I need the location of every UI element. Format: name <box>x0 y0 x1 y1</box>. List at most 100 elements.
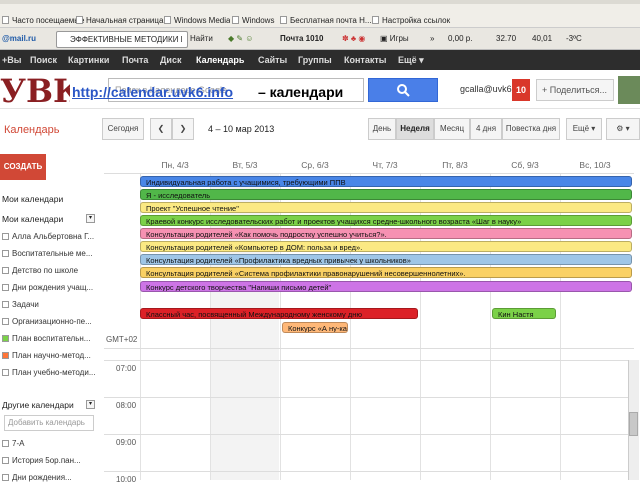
gbar-sites[interactable]: Сайты <box>258 50 287 70</box>
avatar[interactable] <box>618 76 640 104</box>
calendar-checkbox[interactable] <box>2 457 9 464</box>
calendar-color-swatch[interactable] <box>2 233 9 240</box>
bookmark-free-mail[interactable]: Бесплатная почта H... <box>280 14 372 28</box>
event-chip[interactable]: Я - исследователь <box>140 189 632 200</box>
view-month[interactable]: Месяц <box>434 118 470 140</box>
gbar-groups[interactable]: Группы <box>298 50 332 70</box>
view-4days[interactable]: 4 дня <box>470 118 502 140</box>
money-balance: 0,00 р. <box>448 34 473 43</box>
site-url-link[interactable]: http://calendar.uvk6.info <box>72 84 233 100</box>
bookmark-home[interactable]: Начальная страница <box>76 14 166 28</box>
calendar-item[interactable]: Организационно-пе... <box>2 315 96 329</box>
mailru-logo[interactable]: @mail.ru <box>2 32 52 46</box>
settings-button[interactable]: ⚙ ▾ <box>606 118 640 140</box>
gbar-calendar[interactable]: Календарь <box>196 50 244 70</box>
gbar-more[interactable]: Ещё ▾ <box>398 50 424 70</box>
event-chip[interactable]: Проект "Успешное чтение" <box>140 202 632 213</box>
page-icon <box>280 16 287 24</box>
day-header[interactable]: Ср, 6/3 <box>280 160 350 170</box>
calendar-color-swatch[interactable] <box>2 318 9 325</box>
tab-title: ЭФФЕКТИВНЫЕ МЕТОДИКИ И <box>70 35 182 44</box>
view-agenda[interactable]: Повестка дня <box>502 118 560 140</box>
gbar-mail[interactable]: Почта <box>122 50 148 70</box>
calendar-name: Воспитательные ме... <box>12 249 93 258</box>
hour-line <box>104 434 634 435</box>
view-week[interactable]: Неделя <box>396 118 434 140</box>
chevron-right-icon: ❯ <box>179 124 187 133</box>
chevron-left-icon: ❮ <box>157 124 165 133</box>
event-chip[interactable]: Краевой конкурс исследовательских работ … <box>140 215 632 226</box>
day-header[interactable]: Вт, 5/3 <box>210 160 280 170</box>
calendar-item[interactable]: Детство по школе <box>2 264 96 278</box>
add-calendar-input[interactable]: Добавить календарь <box>4 415 94 431</box>
event-chip[interactable]: Консультация родителей «Система профилак… <box>140 267 632 278</box>
calendar-color-swatch[interactable] <box>2 369 9 376</box>
event-chip[interactable]: Консультация родителей «Профилактика вре… <box>140 254 632 265</box>
next-button[interactable]: ❯ <box>172 118 194 140</box>
calendar-color-swatch[interactable] <box>2 335 9 342</box>
event-chip[interactable]: Консультация родителей «Как помочь подро… <box>140 228 632 239</box>
day-header[interactable]: Пн, 4/3 <box>140 160 210 170</box>
gbar-contacts[interactable]: Контакты <box>344 50 386 70</box>
calendar-item[interactable]: План научно-метод... <box>2 349 96 363</box>
calendar-color-swatch[interactable] <box>2 250 9 257</box>
event-chip[interactable]: Индивидуальная работа с учащимися, требу… <box>140 176 632 187</box>
my-calendars-link[interactable]: Мои календари <box>2 192 63 206</box>
event-chip[interactable]: Классный час, посвященный Международному… <box>140 308 418 319</box>
calendar-item[interactable]: План учебно-методи... <box>2 366 96 380</box>
other-calendar-item[interactable]: Дни рождения... <box>2 471 96 485</box>
day-header[interactable]: Сб, 9/3 <box>490 160 560 170</box>
event-chip[interactable]: Конкурс детского творчества "Напиши пись… <box>140 281 632 292</box>
today-button[interactable]: Сегодня <box>102 118 144 140</box>
notification-badge[interactable]: 10 <box>512 79 530 101</box>
day-header[interactable]: Вс, 10/3 <box>560 160 630 170</box>
calendar-color-swatch[interactable] <box>2 352 9 359</box>
bookmark-windows-media[interactable]: Windows Media <box>164 14 230 28</box>
calendar-item[interactable]: Дни рождения учащ... <box>2 281 96 295</box>
calendar-checkbox[interactable] <box>2 440 9 447</box>
scrollbar-thumb[interactable] <box>629 412 638 436</box>
view-day[interactable]: День <box>368 118 396 140</box>
bookmarks-bar: Часто посещаемые Начальная страница Wind… <box>0 0 640 28</box>
calendar-name: История 5ор.пан... <box>12 456 81 465</box>
gbar-drive[interactable]: Диск <box>160 50 181 70</box>
prev-button[interactable]: ❮ <box>150 118 172 140</box>
gbar-search[interactable]: Поиск <box>30 50 57 70</box>
calendar-item[interactable]: План воспитательн... <box>2 332 96 346</box>
games-link[interactable]: ▣ Игры <box>380 32 420 46</box>
user-email[interactable]: gcalla@uvk6... <box>460 84 519 94</box>
other-calendar-item[interactable]: История 5ор.пан... <box>2 454 96 468</box>
calendar-name: Дни рождения... <box>12 473 72 482</box>
day-header[interactable]: Чт, 7/3 <box>350 160 420 170</box>
my-calendars-menu[interactable]: ▾ <box>86 214 95 223</box>
my-calendars-header[interactable]: Мои календари <box>2 212 63 226</box>
create-button[interactable]: СОЗДАТЬ <box>0 154 46 180</box>
calendar-color-swatch[interactable] <box>2 284 9 291</box>
calendar-item[interactable]: Задачи <box>2 298 96 312</box>
more-arrows-icon[interactable]: » <box>430 32 446 46</box>
calendar-item[interactable]: Воспитательные ме... <box>2 247 96 261</box>
page-icon <box>372 16 379 24</box>
event-chip[interactable]: Конкурс «А ну-ка!» <box>282 322 348 333</box>
calendar-color-swatch[interactable] <box>2 301 9 308</box>
gbar-images[interactable]: Картинки <box>68 50 109 70</box>
toolbar-icons[interactable]: ◆ ✎ ☺ <box>228 32 276 46</box>
find-button[interactable]: Найти <box>190 32 220 46</box>
calendar-item[interactable]: Алла Альбертовна Г... <box>2 230 96 244</box>
share-button[interactable]: + Поделиться... <box>536 79 614 101</box>
calendar-name: План учебно-методи... <box>12 368 96 377</box>
event-chip[interactable]: Консультация родителей «Компьютер в ДОМ:… <box>140 241 632 252</box>
agent-icons[interactable]: ✽ ♣ ◉ <box>342 32 378 46</box>
day-header[interactable]: Пт, 8/3 <box>420 160 490 170</box>
other-calendars-header[interactable]: Другие календари <box>2 398 74 412</box>
bookmark-links-settings[interactable]: Настройка ссылок <box>372 14 472 28</box>
more-button[interactable]: Ещё ▾ <box>566 118 602 140</box>
gbar-plus-you[interactable]: +Вы <box>2 50 21 70</box>
bookmark-windows[interactable]: Windows <box>232 14 278 28</box>
mail-counter[interactable]: Почта 1010 <box>280 32 340 46</box>
event-chip[interactable]: Кин Настя <box>492 308 556 319</box>
calendar-color-swatch[interactable] <box>2 267 9 274</box>
other-calendars-menu[interactable]: ▾ <box>86 400 95 409</box>
other-calendar-item[interactable]: 7-А <box>2 437 96 451</box>
search-button[interactable] <box>368 78 438 102</box>
